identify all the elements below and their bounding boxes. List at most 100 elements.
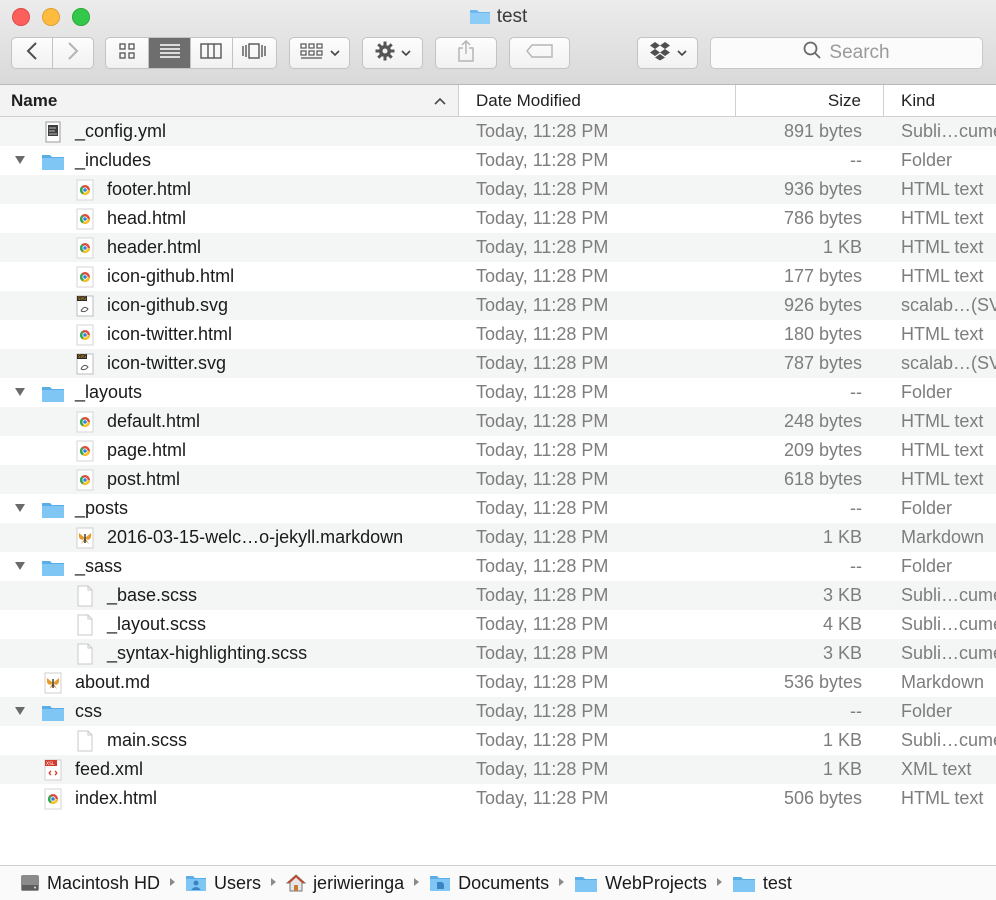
disclosure-triangle-icon[interactable] (12, 697, 28, 726)
file-name: feed.xml (75, 759, 144, 779)
edit-tags-button[interactable] (509, 37, 570, 69)
name-column-header[interactable]: Name (0, 85, 459, 116)
file-name: _layouts (75, 382, 143, 402)
file-row[interactable]: SVG icon-twitter.svg Today, 11:28 PM 787 by… (0, 349, 996, 378)
date-modified: Today, 11:28 PM (476, 411, 609, 431)
file-size: 618 bytes (783, 469, 862, 489)
file-size: 787 bytes (783, 353, 862, 373)
file-name: header.html (107, 237, 202, 257)
folder-row[interactable]: _sass Today, 11:28 PM -- Folder (0, 552, 996, 581)
action-menu-button[interactable] (362, 37, 423, 69)
folder-icon (41, 498, 65, 520)
breadcrumb-separator-icon (413, 877, 420, 890)
file-size: -- (850, 382, 862, 402)
date-column-header[interactable]: Date Modified (459, 85, 736, 116)
file-kind: HTML text (901, 440, 984, 460)
breadcrumb-separator-icon (716, 877, 723, 890)
file-row[interactable]: index.html Today, 11:28 PM 506 bytes HTML t… (0, 784, 996, 813)
breadcrumb-item[interactable]: Macintosh HD (20, 873, 160, 894)
file-name: head.html (107, 208, 187, 228)
file-row[interactable]: icon-twitter.html Today, 11:28 PM 180 byte… (0, 320, 996, 349)
size-column-label: Size (827, 91, 861, 110)
disclosure-triangle-icon[interactable] (12, 552, 28, 581)
file-row[interactable]: _syntax-highlighting.scss Today, 11:28 PM… (0, 639, 996, 668)
folder-icon (732, 874, 756, 893)
chrome-html-icon (73, 411, 97, 433)
list-view-button[interactable] (149, 38, 191, 68)
disclosure-triangle-icon[interactable] (12, 494, 28, 523)
file-row[interactable]: head.html Today, 11:28 PM 786 bytes HTML te… (0, 204, 996, 233)
file-row[interactable]: SVG icon-github.svg Today, 11:28 PM 926 byt… (0, 291, 996, 320)
file-row[interactable]: footer.html Today, 11:28 PM 936 bytes HTML … (0, 175, 996, 204)
name-cell: _sass (0, 552, 455, 581)
forward-button[interactable] (53, 38, 94, 68)
file-row[interactable]: _layout.scss Today, 11:28 PM 4 KB Subli…cum… (0, 610, 996, 639)
file-size: 936 bytes (783, 179, 862, 199)
breadcrumb-item[interactable]: Users (185, 873, 261, 894)
file-name: _includes (75, 150, 152, 170)
file-kind: Folder (901, 498, 953, 518)
folder-icon (469, 7, 491, 31)
file-size: -- (850, 701, 862, 721)
name-cell: _includes (0, 146, 455, 175)
folder-row[interactable]: _includes Today, 11:28 PM -- Folder (0, 146, 996, 175)
file-kind: HTML text (901, 208, 984, 228)
file-row[interactable]: _config.yml Today, 11:28 PM 891 bytes Subli… (0, 117, 996, 146)
arrange-menu-button[interactable] (289, 37, 350, 69)
name-cell: head.html (0, 204, 455, 233)
file-row[interactable]: header.html Today, 11:28 PM 1 KB HTML text (0, 233, 996, 262)
file-row[interactable]: _base.scss Today, 11:28 PM 3 KB Subli…cumen… (0, 581, 996, 610)
file-kind: HTML text (901, 469, 984, 489)
file-row[interactable]: default.html Today, 11:28 PM 248 bytes HTML… (0, 407, 996, 436)
file-row[interactable]: icon-github.html Today, 11:28 PM 177 bytes… (0, 262, 996, 291)
file-name: icon-github.html (107, 266, 235, 286)
file-row[interactable]: post.html Today, 11:28 PM 618 bytes HTML te… (0, 465, 996, 494)
chevron-right-icon (67, 41, 79, 65)
arrange-grid-icon (299, 42, 324, 64)
column-header: Name Date Modified Size Kind (0, 85, 996, 117)
search-field[interactable]: Search (710, 37, 983, 69)
folder-row[interactable]: css Today, 11:28 PM -- Folder (0, 697, 996, 726)
file-row[interactable]: page.html Today, 11:28 PM 209 bytes HTML te… (0, 436, 996, 465)
date-modified: Today, 11:28 PM (476, 672, 609, 692)
file-row[interactable]: main.scss Today, 11:28 PM 1 KB Subli…cument (0, 726, 996, 755)
back-button[interactable] (12, 38, 53, 68)
blank-file-icon (73, 585, 97, 607)
file-kind: Folder (901, 382, 953, 402)
folder-row[interactable]: _layouts Today, 11:28 PM -- Folder (0, 378, 996, 407)
column-view-button[interactable] (191, 38, 233, 68)
folder-row[interactable]: _posts Today, 11:28 PM -- Folder (0, 494, 996, 523)
date-modified: Today, 11:28 PM (476, 585, 609, 605)
blank-file-icon (73, 730, 97, 752)
kind-column-label: Kind (901, 91, 936, 110)
file-row[interactable]: 2016-03-15-welc…o-jekyll.markdown Today, … (0, 523, 996, 552)
disclosure-triangle-icon[interactable] (12, 378, 28, 407)
size-column-header[interactable]: Size (736, 85, 884, 116)
breadcrumb-item[interactable]: WebProjects (574, 873, 707, 894)
breadcrumb-item[interactable]: jeriwieringa (286, 873, 404, 894)
date-modified: Today, 11:28 PM (476, 440, 609, 460)
icon-view-button[interactable] (106, 38, 150, 68)
breadcrumb-label: Macintosh HD (47, 872, 161, 893)
cover-flow-button[interactable] (233, 38, 276, 68)
disclosure-triangle-icon[interactable] (12, 146, 28, 175)
chrome-html-icon (73, 266, 97, 288)
date-modified: Today, 11:28 PM (476, 759, 609, 779)
share-button[interactable] (435, 37, 497, 69)
file-size: 3 KB (822, 585, 862, 605)
kind-column-header[interactable]: Kind (884, 85, 996, 116)
date-modified: Today, 11:28 PM (476, 788, 609, 808)
file-kind: HTML text (901, 237, 984, 257)
breadcrumb-item[interactable]: Documents (429, 873, 549, 894)
file-row[interactable]: XSL feed.xml Today, 11:28 PM 1 KB XML text (0, 755, 996, 784)
breadcrumb-item[interactable]: test (732, 873, 792, 894)
path-bar: Macintosh HD Users jeriwieringa Documents We… (0, 865, 996, 900)
breadcrumb-label: Documents (458, 872, 550, 893)
finder-window: test Search Name Date Modified Size Kind… (0, 0, 996, 900)
dropbox-menu-button[interactable] (637, 37, 698, 69)
file-size: 4 KB (822, 614, 862, 634)
chevron-down-icon (329, 44, 340, 62)
date-modified: Today, 11:28 PM (476, 527, 609, 547)
file-size: 248 bytes (783, 411, 862, 431)
file-row[interactable]: about.md Today, 11:28 PM 536 bytes Markdown (0, 668, 996, 697)
